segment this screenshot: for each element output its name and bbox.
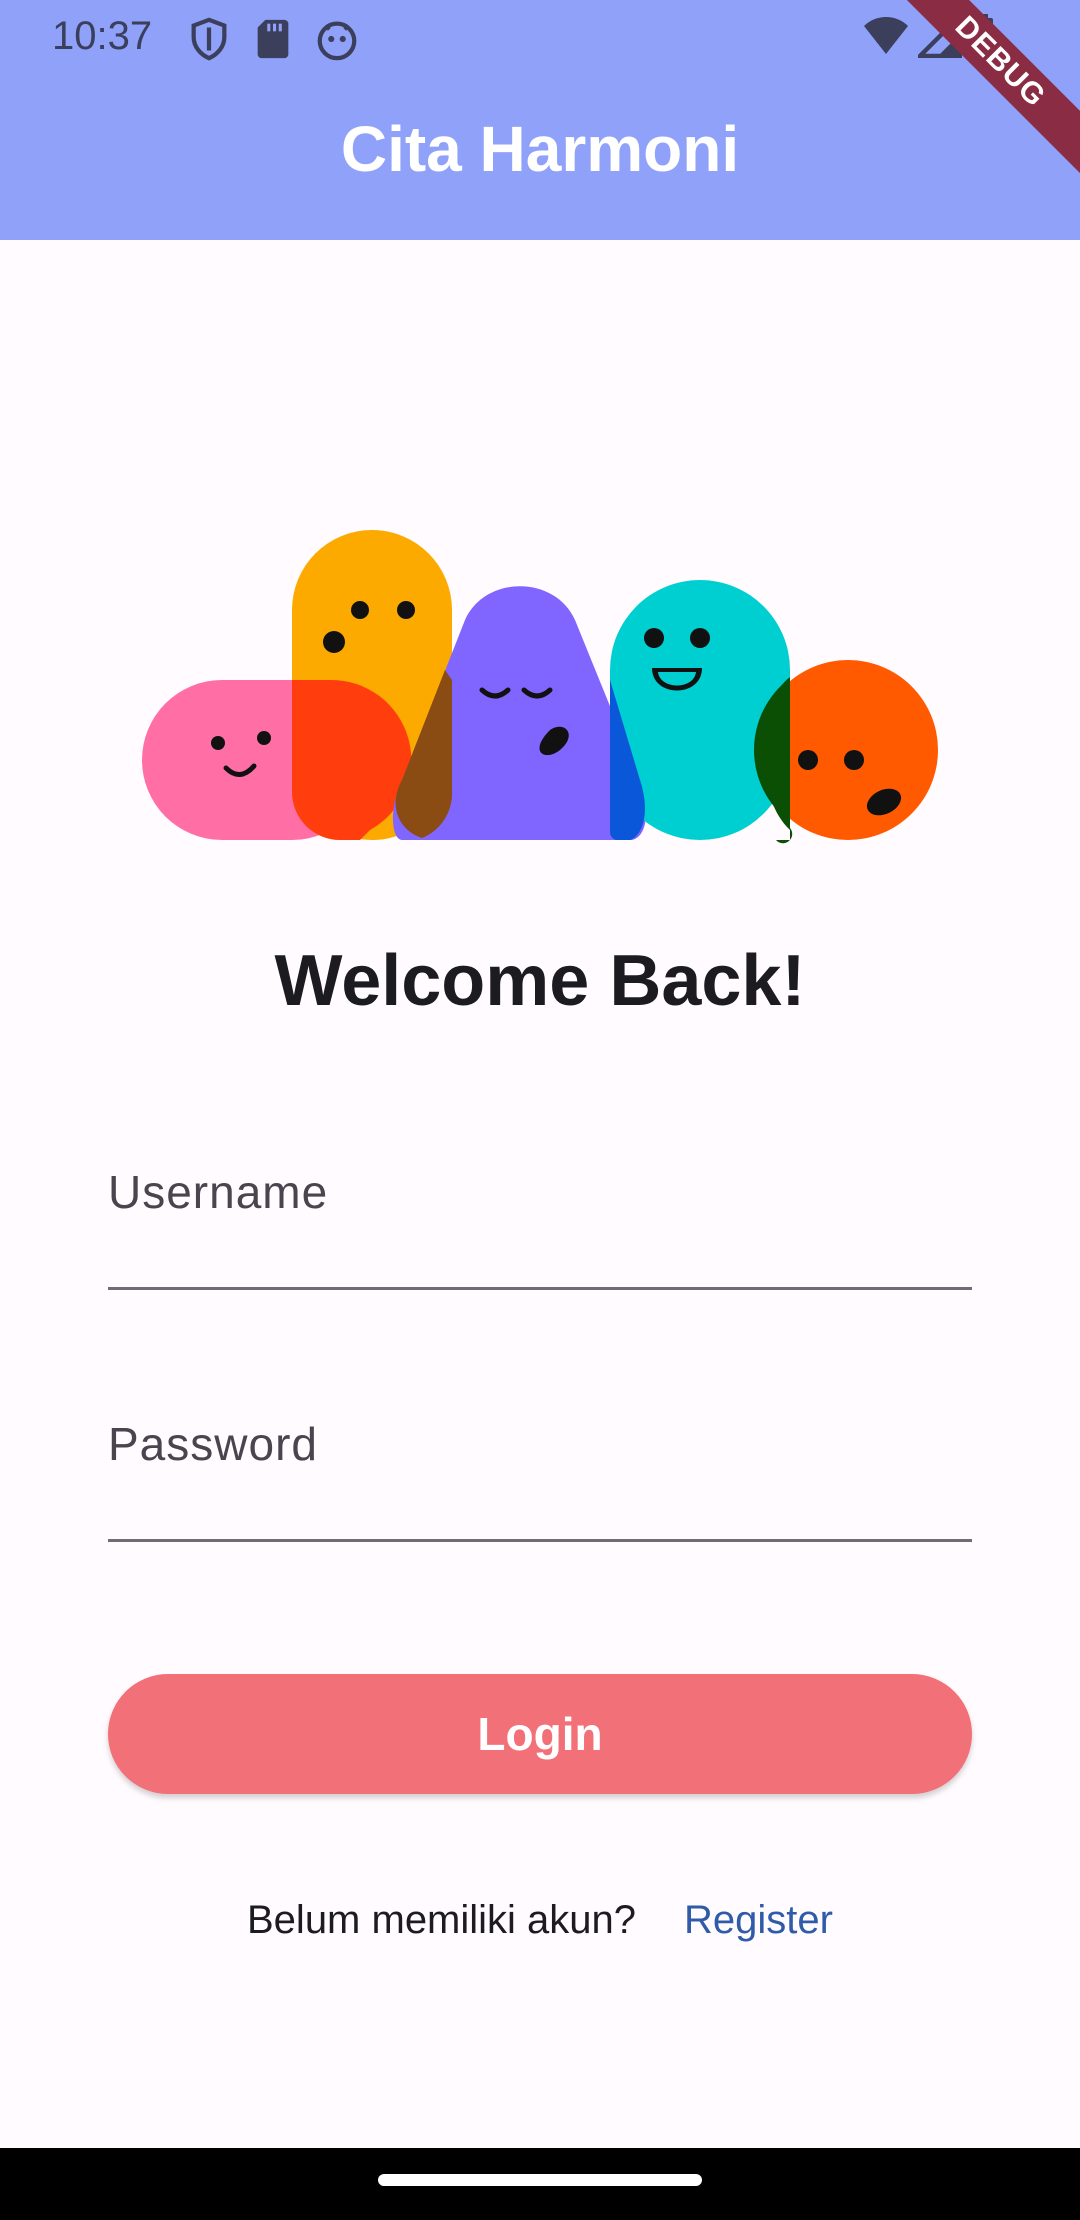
home-indicator[interactable] bbox=[378, 2174, 702, 2186]
login-button[interactable]: Login bbox=[108, 1674, 972, 1794]
sd-card-icon bbox=[250, 16, 296, 62]
username-label: Username bbox=[108, 1166, 329, 1218]
register-link[interactable]: Register bbox=[684, 1898, 833, 1943]
android-face-icon bbox=[314, 16, 360, 62]
username-field[interactable]: Username bbox=[108, 1165, 972, 1290]
blob-characters-illustration bbox=[140, 530, 940, 850]
username-underline bbox=[108, 1287, 972, 1290]
welcome-heading: Welcome Back! bbox=[274, 941, 806, 1021]
password-underline bbox=[108, 1539, 972, 1542]
app-title: Cita Harmoni bbox=[340, 113, 740, 185]
shield-icon bbox=[186, 16, 232, 62]
navigation-bar bbox=[0, 2148, 1080, 2220]
app-bar: 10:37 Cita Harmoni DEBUG bbox=[0, 0, 1080, 240]
register-row: Belum memiliki akun? Register bbox=[0, 1898, 1080, 1943]
wifi-icon bbox=[862, 14, 910, 63]
status-icons-left bbox=[186, 16, 360, 62]
register-prompt: Belum memiliki akun? bbox=[247, 1898, 637, 1942]
password-label: Password bbox=[108, 1418, 318, 1470]
status-time: 10:37 bbox=[52, 14, 153, 58]
password-field[interactable]: Password bbox=[108, 1417, 972, 1542]
